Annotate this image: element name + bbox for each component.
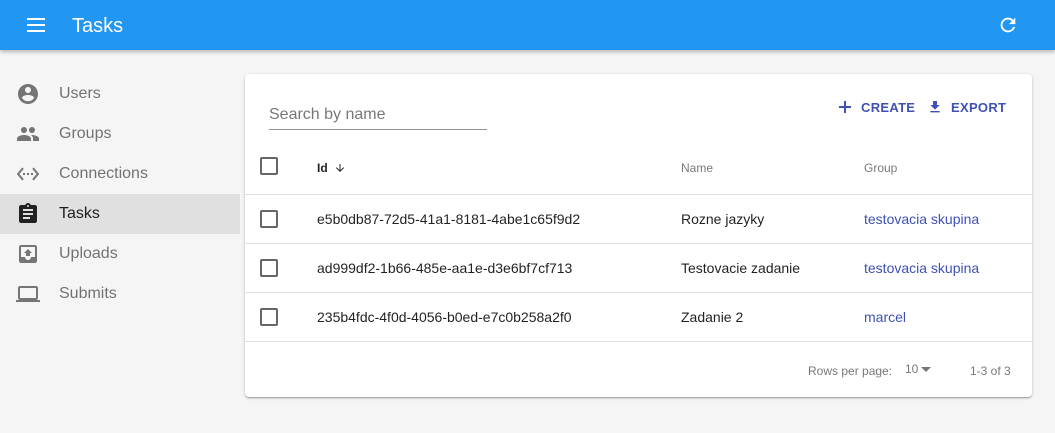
- sidebar-item-label: Users: [59, 85, 101, 102]
- menu-icon[interactable]: [24, 15, 48, 35]
- tasks-list-card: CREATE EXPORT Id Name Group e5b0db87-72d…: [245, 74, 1032, 397]
- column-header-name[interactable]: Name: [681, 161, 713, 175]
- plus-icon: [837, 99, 853, 115]
- create-button-label: CREATE: [861, 99, 916, 115]
- pagination-range: 1-3 of 3: [970, 364, 1011, 378]
- sidebar-item-submits[interactable]: Submits: [0, 274, 240, 314]
- column-header-id[interactable]: Id: [317, 161, 346, 175]
- rows-per-page-value: 10: [905, 362, 919, 376]
- download-icon: [927, 99, 943, 115]
- sidebar: Users Groups Connections Tasks Uploads S…: [0, 74, 240, 314]
- cell-id: ad999df2-1b66-485e-aa1e-d3e6bf7cf713: [317, 260, 573, 276]
- sidebar-item-label: Connections: [59, 165, 148, 182]
- export-button-label: EXPORT: [951, 99, 1007, 115]
- cell-group-link[interactable]: marcel: [864, 309, 906, 325]
- laptop-icon: [16, 282, 40, 306]
- app-bar: Tasks: [0, 0, 1055, 50]
- column-header-group[interactable]: Group: [864, 161, 897, 175]
- sidebar-item-label: Groups: [59, 125, 112, 142]
- export-button[interactable]: EXPORT: [927, 98, 1006, 116]
- cell-name: Rozne jazyky: [681, 211, 765, 227]
- search-input[interactable]: [269, 102, 487, 128]
- sidebar-item-label: Submits: [59, 285, 117, 302]
- select-all-checkbox[interactable]: [260, 157, 278, 175]
- row-checkbox[interactable]: [260, 210, 278, 228]
- code-brackets-icon: [16, 162, 40, 186]
- cell-group-link[interactable]: testovacia skupina: [864, 260, 979, 276]
- assignment-icon: [16, 202, 40, 226]
- cell-name: Testovacie zadanie: [681, 260, 801, 276]
- sidebar-item-label: Tasks: [59, 205, 100, 222]
- row-checkbox[interactable]: [260, 259, 278, 277]
- pagination: Rows per page: 10 1-3 of 3: [245, 341, 1032, 397]
- upload-box-icon: [16, 242, 40, 266]
- cell-id: e5b0db87-72d5-41a1-8181-4abe1c65f9d2: [317, 211, 581, 227]
- table-row[interactable]: ad999df2-1b66-485e-aa1e-d3e6bf7cf713 Tes…: [245, 243, 1032, 292]
- sidebar-item-tasks[interactable]: Tasks: [0, 194, 240, 234]
- table-row[interactable]: 235b4fdc-4f0d-4056-b0ed-e7c0b258a2f0 Zad…: [245, 292, 1032, 341]
- rows-per-page-label: Rows per page:: [808, 364, 893, 378]
- sidebar-item-users[interactable]: Users: [0, 74, 240, 114]
- group-icon: [16, 122, 40, 146]
- sidebar-item-label: Uploads: [59, 245, 118, 262]
- cell-id: 235b4fdc-4f0d-4056-b0ed-e7c0b258a2f0: [317, 309, 572, 325]
- cell-group-link[interactable]: testovacia skupina: [864, 211, 979, 227]
- arrow-down-icon: [334, 162, 346, 174]
- cell-name: Zadanie 2: [681, 309, 744, 325]
- rows-per-page-select[interactable]: 10: [905, 362, 932, 376]
- refresh-icon[interactable]: [997, 14, 1019, 36]
- sidebar-item-groups[interactable]: Groups: [0, 114, 240, 154]
- caret-down-icon: [921, 366, 932, 372]
- column-header-id-label: Id: [317, 161, 328, 175]
- sidebar-item-connections[interactable]: Connections: [0, 154, 240, 194]
- create-button[interactable]: CREATE: [837, 98, 915, 116]
- row-checkbox[interactable]: [260, 308, 278, 326]
- sidebar-item-uploads[interactable]: Uploads: [0, 234, 240, 274]
- table-row[interactable]: e5b0db87-72d5-41a1-8181-4abe1c65f9d2 Roz…: [245, 194, 1032, 243]
- search-field: [269, 102, 487, 130]
- page-title: Tasks: [72, 15, 124, 37]
- account-circle-icon: [16, 82, 40, 106]
